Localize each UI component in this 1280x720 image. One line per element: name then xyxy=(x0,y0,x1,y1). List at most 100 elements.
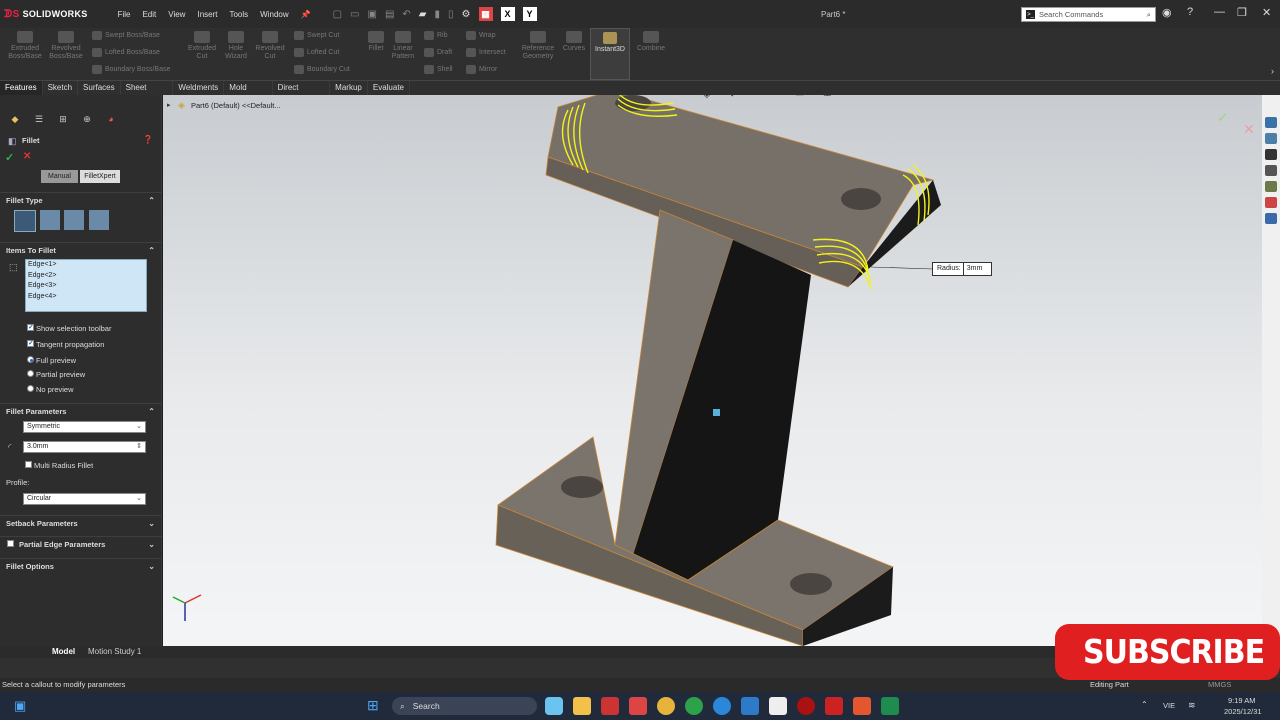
property-manager-icon[interactable]: ☰ xyxy=(32,112,46,126)
show-selection-toolbar-checkbox[interactable] xyxy=(27,323,34,331)
wifi-icon[interactable]: ≋ xyxy=(1188,700,1196,711)
swept-boss-button[interactable]: Swept Boss/Base xyxy=(92,31,160,40)
appearances-icon[interactable] xyxy=(1265,197,1277,208)
ok-icon[interactable]: ✓ xyxy=(5,151,14,164)
list-item[interactable]: Edge<1> xyxy=(26,260,146,271)
clock-time[interactable]: 9:19 AM xyxy=(1228,696,1256,705)
app-green-icon[interactable] xyxy=(685,697,703,715)
no-preview-radio[interactable] xyxy=(27,385,34,392)
partial-preview-radio[interactable] xyxy=(27,370,34,377)
tab-surfaces[interactable]: Surfaces xyxy=(78,81,121,95)
tab-evaluate[interactable]: Evaluate xyxy=(368,81,410,95)
revolved-boss-button[interactable]: Revolved Boss/Base xyxy=(47,31,85,61)
tab-markup[interactable]: Markup xyxy=(330,81,368,95)
widgets-icon[interactable]: ▣ xyxy=(14,698,26,714)
partial-edge-checkbox[interactable] xyxy=(7,540,14,547)
edge-icon[interactable] xyxy=(713,697,731,715)
menu-tools[interactable]: Tools xyxy=(223,10,254,19)
notepad-icon[interactable] xyxy=(769,697,787,715)
help-icon[interactable]: ? xyxy=(1187,6,1193,18)
print-icon[interactable]: ▤ xyxy=(385,9,394,20)
solidworks-taskbar-icon[interactable] xyxy=(825,697,843,715)
restore-icon[interactable]: ❐ xyxy=(1237,6,1247,19)
clock-date[interactable]: 2025/12/31 xyxy=(1224,707,1262,716)
multi-radius-checkbox[interactable] xyxy=(25,461,32,468)
file-explorer-icon[interactable] xyxy=(1265,165,1277,176)
user-icon[interactable]: ◉ xyxy=(1162,6,1172,19)
save-icon[interactable]: ▣ xyxy=(368,9,377,20)
app-red-icon[interactable] xyxy=(797,697,815,715)
home-icon[interactable] xyxy=(1265,133,1277,144)
swept-cut-button[interactable]: Swept Cut xyxy=(294,31,339,40)
shell-button[interactable]: Shell xyxy=(424,65,453,74)
subscribe-overlay[interactable]: SUBSCRIBE 🔔 xyxy=(1055,624,1280,680)
tangent-propagation-checkbox[interactable] xyxy=(27,339,34,347)
undo-icon[interactable]: ↶ xyxy=(402,9,410,20)
reference-geometry-button[interactable]: Reference Geometry xyxy=(518,31,558,61)
manual-tab[interactable]: Manual xyxy=(41,170,78,183)
instant3d-button[interactable]: Instant3D xyxy=(590,28,630,80)
display-manager-icon[interactable]: ◕ xyxy=(104,112,118,126)
dimxpert-icon[interactable]: ⊕ xyxy=(80,112,94,126)
custom-properties-icon[interactable] xyxy=(1265,213,1277,224)
profile-select[interactable]: Circular ⌄ xyxy=(23,493,146,505)
extruded-cut-button[interactable]: Extruded Cut xyxy=(184,31,220,61)
list-item[interactable]: Edge<3> xyxy=(26,281,146,292)
face-fillet-icon[interactable] xyxy=(64,210,84,230)
tab-model[interactable]: Model xyxy=(52,646,75,658)
fillet-parameters-header[interactable]: Fillet Parameters ⌃ xyxy=(0,403,162,418)
excel-icon[interactable] xyxy=(881,697,899,715)
solidworks-logo[interactable]: ᗫS SOLIDWORKS xyxy=(4,9,88,20)
items-to-fillet-header[interactable]: Items To Fillet ⌃ xyxy=(0,242,162,257)
cancel-icon[interactable]: ✕ xyxy=(23,151,31,162)
tab-direct-editing[interactable]: Direct Editing xyxy=(273,81,331,106)
y-icon[interactable]: Y xyxy=(522,7,537,21)
edge-selection-list[interactable]: Edge<1> Edge<2> Edge<3> Edge<4> xyxy=(25,259,147,312)
view-orientation-icon[interactable]: ◈ xyxy=(703,95,711,100)
display-style-icon[interactable]: ▭ xyxy=(795,95,804,99)
select-icon[interactable]: ▰ xyxy=(419,9,427,20)
file-explorer-icon[interactable] xyxy=(573,697,591,715)
resources-icon[interactable] xyxy=(1265,117,1277,128)
menu-insert[interactable]: Insert xyxy=(191,10,223,19)
radius-input[interactable]: 3.0mm ⇕ xyxy=(23,441,146,453)
rebuild-icon[interactable]: ▮ xyxy=(435,9,441,20)
tab-features[interactable]: Features xyxy=(0,81,43,95)
graphics-area[interactable]: ▸ ◈ Part6 (Default) <<Default... ✓ ✕ xyxy=(163,95,1262,646)
tab-sheet-metal[interactable]: Sheet Metal xyxy=(121,81,174,106)
confirm-corner-cancel-icon[interactable]: ✕ xyxy=(1243,121,1255,138)
expand-arrow-icon[interactable]: › xyxy=(1271,66,1274,76)
lofted-cut-button[interactable]: Lofted Cut xyxy=(294,48,339,57)
menu-view[interactable]: View xyxy=(162,10,191,19)
search-icon[interactable]: ⌕ xyxy=(1147,10,1151,20)
new-icon[interactable]: ▢ xyxy=(333,9,342,20)
curves-button[interactable]: Curves xyxy=(560,31,588,53)
draft-button[interactable]: Draft xyxy=(424,48,452,57)
feature-manager-icon[interactable]: ◆ xyxy=(8,112,22,126)
extruded-boss-button[interactable]: Extruded Boss/Base xyxy=(6,31,44,61)
x-icon[interactable]: X xyxy=(500,7,515,21)
minimize-icon[interactable]: — xyxy=(1214,6,1225,18)
full-preview-radio[interactable] xyxy=(27,356,34,363)
design-library-icon[interactable] xyxy=(1265,149,1277,160)
constant-size-fillet-icon[interactable] xyxy=(14,210,36,232)
revolved-cut-button[interactable]: Revolved Cut xyxy=(252,31,288,61)
status-units[interactable]: MMGS xyxy=(1208,680,1231,689)
start-icon[interactable]: ⊞ xyxy=(367,697,379,714)
filletxpert-tab[interactable]: FilletXpert xyxy=(80,170,120,183)
section-view-icon[interactable]: ◐ xyxy=(730,95,736,100)
chrome-icon[interactable] xyxy=(657,697,675,715)
wrap-button[interactable]: Wrap xyxy=(466,31,496,40)
intersect-button[interactable]: Intersect xyxy=(466,48,506,57)
taskbar-search[interactable]: ⌕ Search xyxy=(392,697,537,715)
linear-pattern-button[interactable]: Linear Pattern xyxy=(388,31,418,61)
tab-mold-tools[interactable]: Mold Tools xyxy=(224,81,273,106)
radius-callout[interactable]: Radius: 3mm xyxy=(932,262,992,276)
calculator-icon[interactable] xyxy=(741,697,759,715)
configuration-manager-icon[interactable]: ⊞ xyxy=(56,112,70,126)
confirm-corner-ok-icon[interactable]: ✓ xyxy=(1217,109,1229,126)
mail-icon[interactable] xyxy=(629,697,647,715)
tab-sketch[interactable]: Sketch xyxy=(43,81,79,95)
fillet-button[interactable]: Fillet xyxy=(364,31,388,53)
list-item[interactable]: Edge<4> xyxy=(26,292,146,303)
